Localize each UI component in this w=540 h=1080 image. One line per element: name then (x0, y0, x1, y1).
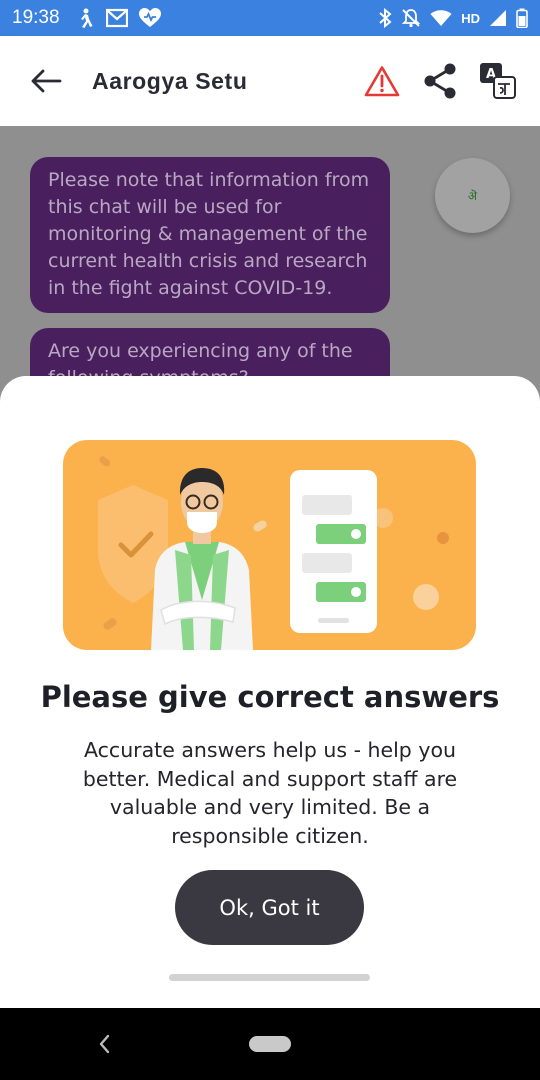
app-title: Aarogya Setu (92, 67, 248, 94)
nav-back-icon (99, 1034, 110, 1054)
doctor-chat-illustration (63, 440, 476, 650)
chat-area: Please note that information from this c… (0, 126, 540, 408)
sheet-body-text: Accurate answers help us - help you bett… (82, 738, 458, 848)
app-bar-actions: A (362, 61, 518, 101)
status-time: 19:38 (12, 7, 60, 28)
bluetooth-icon (379, 8, 392, 28)
health-heart-icon (138, 8, 161, 27)
wifi-icon (430, 10, 452, 26)
status-bar: 19:38 HD (0, 0, 540, 36)
bell-off-icon (402, 9, 421, 28)
sheet-title: Please give correct answers (40, 680, 500, 714)
warning-icon (364, 66, 400, 97)
battery-icon (516, 8, 528, 28)
ok-got-it-button[interactable]: Ok, Got it (175, 870, 364, 945)
app-bar: Aarogya Setu A (0, 36, 540, 126)
chat-message: Please note that information from this c… (30, 157, 390, 313)
system-nav-bar (0, 1008, 540, 1080)
bottom-sheet: Please give correct answers Accurate ans… (0, 376, 540, 1008)
status-system-icons: HD (378, 8, 528, 28)
translate-icon: A (480, 63, 516, 99)
language-icon: ऄ (467, 189, 478, 203)
illustration-graphic (98, 456, 449, 650)
sheet-drag-handle[interactable] (169, 974, 370, 981)
back-arrow-icon (31, 69, 62, 93)
language-fab-button[interactable]: ऄ (435, 158, 510, 233)
gmail-icon (105, 8, 128, 28)
back-button[interactable] (18, 53, 74, 109)
status-notification-icons (74, 7, 162, 29)
report-warning-button[interactable] (362, 61, 402, 101)
nav-home-pill[interactable] (249, 1036, 291, 1052)
share-icon (424, 63, 456, 99)
network-type-label: HD (461, 10, 480, 26)
signal-icon (490, 10, 506, 26)
nav-back-button[interactable] (92, 1030, 116, 1058)
translate-button[interactable]: A (478, 61, 518, 101)
share-button[interactable] (420, 61, 460, 101)
person-walking-icon (80, 8, 93, 28)
